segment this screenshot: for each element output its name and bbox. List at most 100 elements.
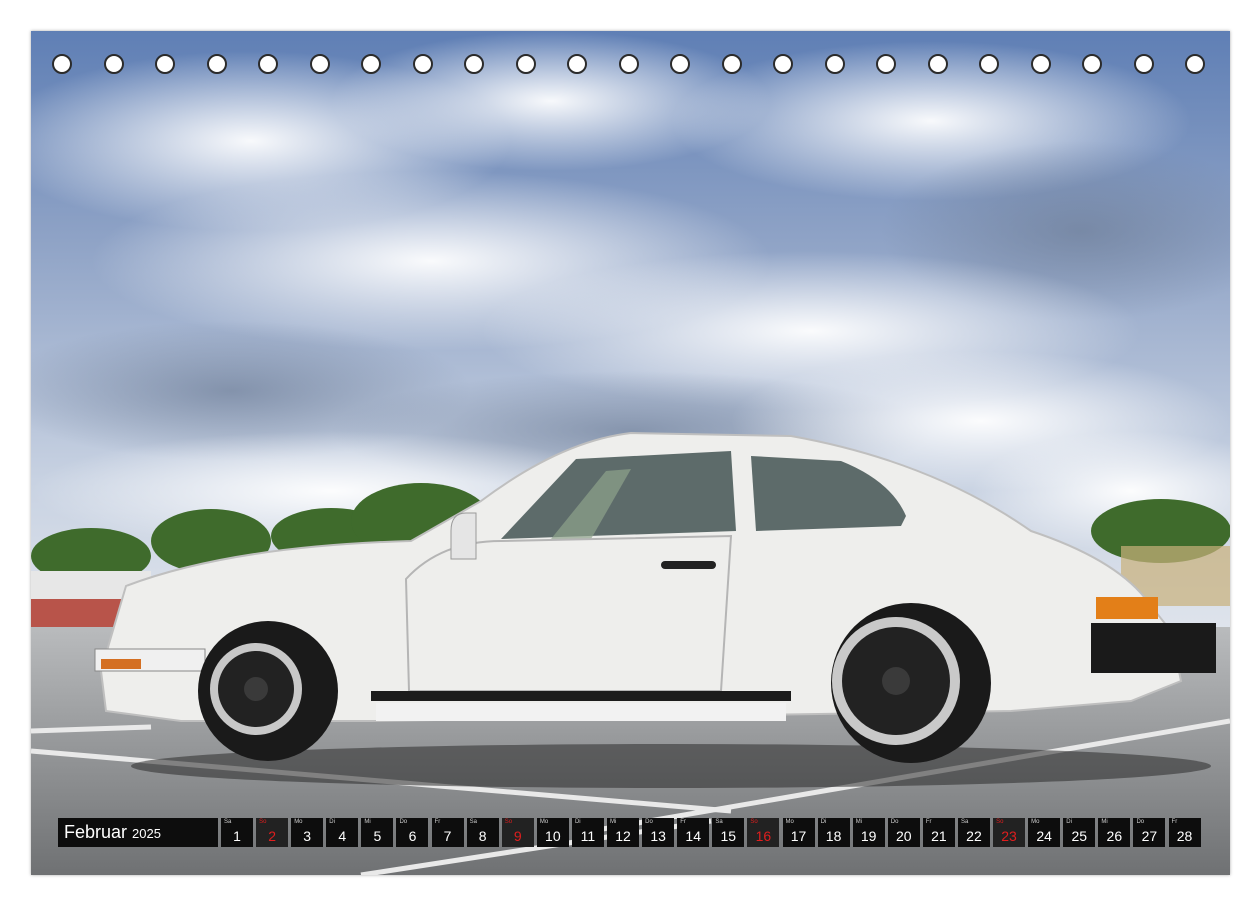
binding-hole: [773, 54, 793, 74]
calendar-day: Do 27: [1133, 818, 1166, 847]
calendar-day: Mi 12: [607, 818, 640, 847]
weekday-label: So: [750, 819, 758, 825]
day-number: 12: [615, 828, 631, 844]
binding-hole: [155, 54, 175, 74]
weekday-label: Mi: [364, 819, 371, 825]
binding-hole: [52, 54, 72, 74]
calendar-day: Mo 17: [782, 818, 815, 847]
calendar-day: Fr 7: [431, 818, 464, 847]
binding-hole: [412, 54, 433, 74]
binding-hole: [361, 54, 381, 74]
weekday-label: Mo: [1031, 819, 1040, 825]
weekday-label: Sa: [960, 819, 969, 825]
weekday-label: Mo: [539, 819, 549, 825]
day-number: 27: [1141, 828, 1158, 844]
weekday-label: Di: [820, 819, 827, 825]
calendar-photo: [31, 31, 1230, 875]
calendar-day: Sa 8: [466, 818, 499, 847]
binding-hole: [927, 54, 948, 74]
weekday-label: Fr: [1171, 819, 1178, 825]
calendar-day: Mi 19: [852, 818, 885, 847]
weekday-label: Do: [399, 819, 408, 825]
calendar-day: Mi 5: [361, 818, 394, 847]
weekday-label: Mo: [294, 819, 303, 825]
weekday-label: Fr: [434, 819, 441, 825]
day-number: 26: [1106, 828, 1123, 844]
day-number: 8: [478, 828, 487, 844]
calendar-day: Mo 10: [536, 818, 569, 847]
weekday-label: Do: [1136, 819, 1145, 825]
binding-hole: [1082, 54, 1102, 74]
day-number: 24: [1036, 828, 1052, 844]
day-number: 20: [895, 828, 912, 844]
binding-hole: [309, 54, 330, 74]
weekday-label: Sa: [224, 819, 232, 825]
binding-hole: [1030, 54, 1051, 74]
day-number: 4: [338, 828, 347, 844]
calendar-day: Mo 3: [291, 818, 324, 847]
day-number: 13: [650, 828, 666, 844]
day-number: 22: [966, 828, 982, 844]
day-number: 25: [1071, 828, 1088, 844]
calendar-day: Di 18: [817, 818, 850, 847]
weekday-label: Sa: [469, 819, 477, 825]
weekday-label: Di: [329, 819, 335, 825]
binding-hole: [567, 54, 587, 74]
binding-hole: [979, 54, 999, 74]
day-number: 3: [303, 828, 312, 844]
binding-hole: [876, 54, 896, 74]
calendar-day: Sa 15: [712, 818, 745, 847]
day-number: 2: [268, 828, 276, 844]
month-label: Februar 2025: [58, 818, 218, 847]
binding-hole: [515, 54, 536, 74]
day-number: 21: [931, 828, 947, 844]
day-number: 16: [755, 828, 772, 844]
calendar-strip: Februar 2025 Sa 1 So 2 Mo 3 Di 4 Mi 5 Do 6 Fr 7 Sa 8 So 9…: [58, 818, 1204, 847]
weekday-label: Do: [890, 819, 899, 825]
calendar-day: Fr 28: [1168, 818, 1201, 847]
calendar-day: Fr 14: [677, 818, 710, 847]
month-name: Februar: [64, 822, 128, 842]
binding-hole: [103, 54, 124, 74]
day-number: 5: [373, 828, 382, 844]
weekday-label: So: [259, 819, 267, 825]
calendar-day: Sa 22: [957, 818, 990, 847]
binding-hole: [206, 54, 227, 74]
day-number: 23: [1001, 828, 1017, 844]
day-number: 17: [790, 828, 807, 844]
day-number: 7: [443, 828, 452, 844]
calendar-day: So 9: [501, 818, 534, 847]
weekday-label: Mi: [610, 819, 617, 825]
calendar-day: Di 25: [1063, 818, 1096, 847]
calendar-day: Mi 26: [1098, 818, 1131, 847]
day-number: 18: [825, 828, 842, 844]
weekday-label: Mo: [785, 819, 794, 825]
day-number: 10: [545, 828, 561, 844]
calendar-day: So 23: [993, 818, 1026, 847]
weekday-label: Di: [574, 819, 581, 825]
calendar-day: Sa 1: [221, 818, 253, 847]
binding-hole: [1185, 54, 1205, 74]
binding-hole: [1133, 54, 1154, 74]
binding-hole: [258, 54, 278, 74]
day-number: 15: [720, 828, 737, 844]
weekday-label: Di: [1066, 819, 1072, 825]
day-number: 28: [1176, 828, 1193, 844]
weekday-label: Sa: [715, 819, 723, 825]
day-number: 19: [860, 828, 877, 844]
weekday-label: Fr: [680, 819, 686, 825]
calendar-day: Di 11: [571, 818, 604, 847]
calendar-day: Do 20: [887, 818, 920, 847]
binding-hole: [721, 54, 742, 74]
binding-hole: [824, 54, 845, 74]
binding-hole: [464, 54, 484, 74]
binding-hole: [618, 54, 639, 74]
calendar-day: Do 6: [396, 818, 429, 847]
calendar-day: Do 13: [642, 818, 675, 847]
weekday-label: Mi: [855, 819, 863, 825]
calendar-day: Di 4: [326, 818, 359, 847]
day-number: 6: [408, 828, 417, 844]
calendar-day: Mo 24: [1028, 818, 1061, 847]
weekday-label: So: [996, 819, 1004, 825]
calendar-day: So 2: [256, 818, 289, 847]
